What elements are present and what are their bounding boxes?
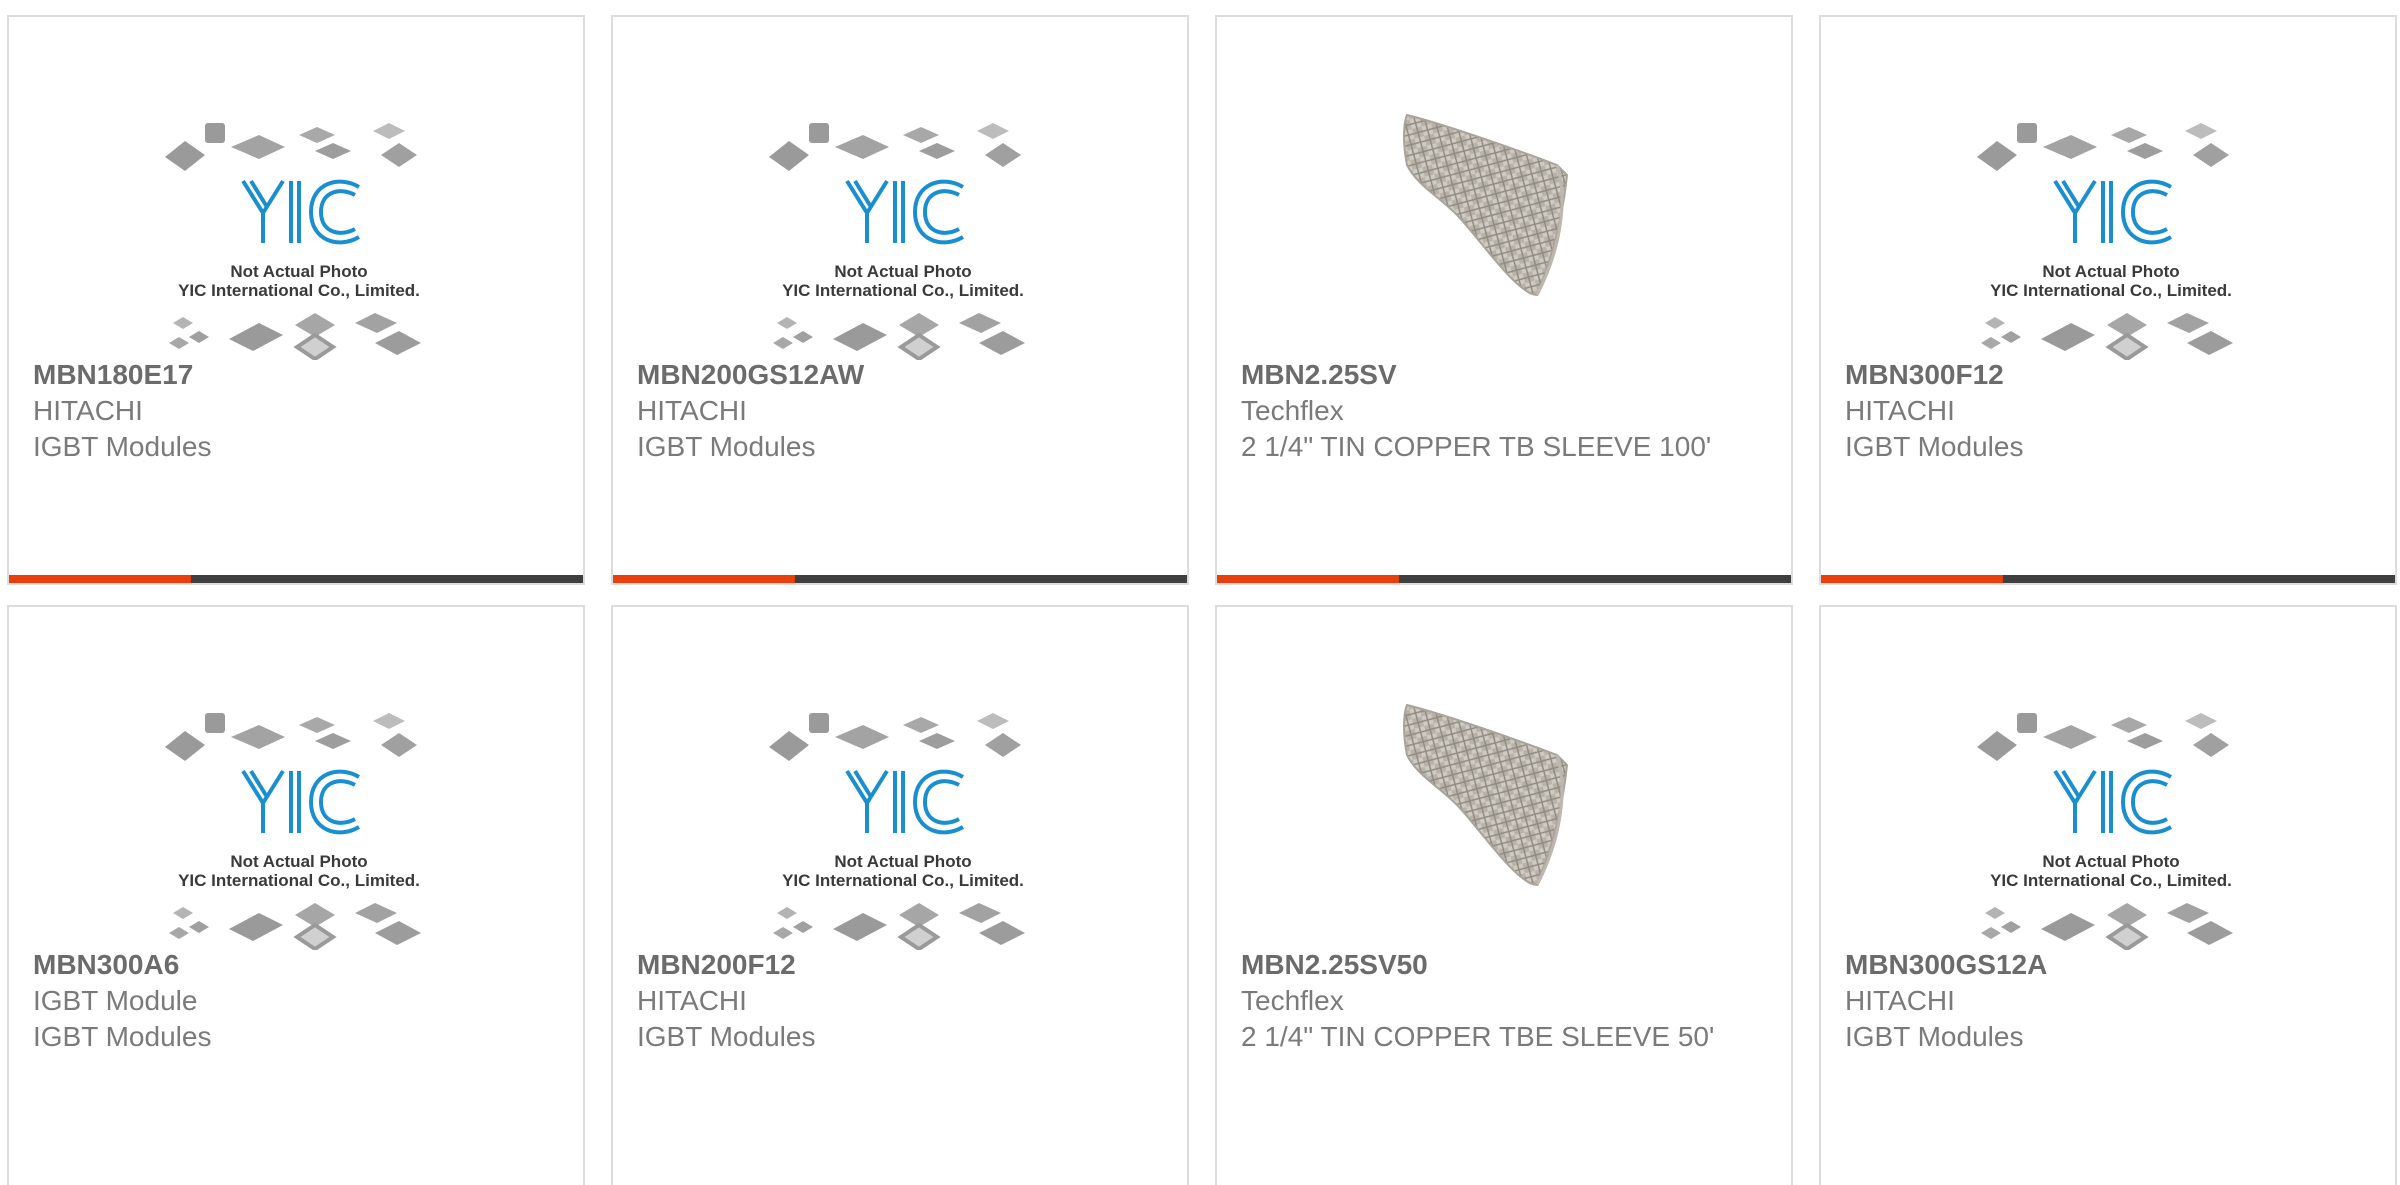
part-number-link[interactable]: MBN300A6 bbox=[33, 947, 543, 983]
manufacturer: HITACHI bbox=[1845, 395, 1955, 426]
card-accent-stripe bbox=[9, 575, 191, 583]
part-number-link[interactable]: MBN200GS12AW bbox=[637, 357, 1147, 393]
product-card[interactable]: Not Actual Photo YIC International Co., … bbox=[611, 15, 1189, 585]
manufacturer: HITACHI bbox=[33, 395, 143, 426]
part-number-link[interactable]: MBN2.25SV bbox=[1241, 357, 1751, 393]
not-actual-photo-placeholder[interactable]: Not Actual Photo YIC International Co., … bbox=[159, 95, 439, 360]
product-description: IGBT Modules bbox=[33, 431, 212, 462]
product-info: MBN180E17 HITACHI IGBT Modules bbox=[33, 357, 543, 465]
placeholder-line2: YIC International Co., Limited. bbox=[1990, 281, 2232, 300]
part-number-link[interactable]: MBN200F12 bbox=[637, 947, 1147, 983]
placeholder-line1: Not Actual Photo bbox=[2042, 852, 2179, 871]
placeholder-line1: Not Actual Photo bbox=[230, 262, 367, 281]
placeholder-line2: YIC International Co., Limited. bbox=[178, 871, 420, 890]
manufacturer: Techflex bbox=[1241, 985, 1344, 1016]
product-card[interactable]: MBN2.25SV50 Techflex 2 1/4" TIN COPPER TBE… bbox=[1215, 605, 1793, 1185]
product-info: MBN300A6 IGBT Module IGBT Modules bbox=[33, 947, 543, 1055]
product-card[interactable]: Not Actual Photo YIC International Co., … bbox=[7, 605, 585, 1185]
product-info: MBN2.25SV50 Techflex 2 1/4" TIN COPPER TBE… bbox=[1241, 947, 1751, 1055]
card-footer-bar bbox=[1821, 575, 2395, 583]
part-number-link[interactable]: MBN300F12 bbox=[1845, 357, 2355, 393]
product-description: IGBT Modules bbox=[1845, 431, 2024, 462]
product-info: MBN300F12 HITACHI IGBT Modules bbox=[1845, 357, 2355, 465]
placeholder-line2: YIC International Co., Limited. bbox=[1990, 871, 2232, 890]
placeholder-line2: YIC International Co., Limited. bbox=[782, 871, 1024, 890]
placeholder-line1: Not Actual Photo bbox=[230, 852, 367, 871]
product-description: IGBT Modules bbox=[637, 1021, 816, 1052]
manufacturer: Techflex bbox=[1241, 395, 1344, 426]
placeholder-line2: YIC International Co., Limited. bbox=[782, 281, 1024, 300]
product-info: MBN2.25SV Techflex 2 1/4" TIN COPPER TB SL… bbox=[1241, 357, 1751, 465]
product-description: 2 1/4" TIN COPPER TBE SLEEVE 50' bbox=[1241, 1021, 1715, 1052]
not-actual-photo-placeholder[interactable]: Not Actual Photo YIC International Co., … bbox=[763, 685, 1043, 950]
product-card[interactable]: MBN2.25SV Techflex 2 1/4" TIN COPPER TB SL… bbox=[1215, 15, 1793, 585]
product-description: IGBT Modules bbox=[637, 431, 816, 462]
placeholder-line1: Not Actual Photo bbox=[2042, 262, 2179, 281]
card-footer-bar bbox=[613, 575, 1187, 583]
manufacturer: HITACHI bbox=[1845, 985, 1955, 1016]
product-card[interactable]: Not Actual Photo YIC International Co., … bbox=[611, 605, 1189, 1185]
placeholder-line1: Not Actual Photo bbox=[834, 262, 971, 281]
manufacturer: IGBT Module bbox=[33, 985, 198, 1016]
manufacturer: HITACHI bbox=[637, 985, 747, 1016]
card-accent-stripe bbox=[1821, 575, 2003, 583]
product-description: IGBT Modules bbox=[1845, 1021, 2024, 1052]
not-actual-photo-placeholder[interactable]: Not Actual Photo YIC International Co., … bbox=[1971, 95, 2251, 360]
part-number-link[interactable]: MBN2.25SV50 bbox=[1241, 947, 1751, 983]
not-actual-photo-placeholder[interactable]: Not Actual Photo YIC International Co., … bbox=[1971, 685, 2251, 950]
not-actual-photo-placeholder[interactable]: Not Actual Photo YIC International Co., … bbox=[159, 685, 439, 950]
part-number-link[interactable]: MBN180E17 bbox=[33, 357, 543, 393]
placeholder-line2: YIC International Co., Limited. bbox=[178, 281, 420, 300]
card-footer-bar bbox=[9, 575, 583, 583]
product-photo[interactable] bbox=[1367, 95, 1647, 360]
card-footer-bar bbox=[1217, 575, 1791, 583]
product-photo[interactable] bbox=[1367, 685, 1647, 950]
product-card[interactable]: Not Actual Photo YIC International Co., … bbox=[1819, 15, 2397, 585]
product-description: IGBT Modules bbox=[33, 1021, 212, 1052]
product-info: MBN200GS12AW HITACHI IGBT Modules bbox=[637, 357, 1147, 465]
card-accent-stripe bbox=[1217, 575, 1399, 583]
product-card[interactable]: Not Actual Photo YIC International Co., … bbox=[7, 15, 585, 585]
product-grid: Not Actual Photo YIC International Co., … bbox=[0, 0, 2400, 1185]
product-description: 2 1/4" TIN COPPER TB SLEEVE 100' bbox=[1241, 431, 1712, 462]
product-info: MBN200F12 HITACHI IGBT Modules bbox=[637, 947, 1147, 1055]
part-number-link[interactable]: MBN300GS12A bbox=[1845, 947, 2355, 983]
manufacturer: HITACHI bbox=[637, 395, 747, 426]
placeholder-line1: Not Actual Photo bbox=[834, 852, 971, 871]
card-accent-stripe bbox=[613, 575, 795, 583]
product-card[interactable]: Not Actual Photo YIC International Co., … bbox=[1819, 605, 2397, 1185]
not-actual-photo-placeholder[interactable]: Not Actual Photo YIC International Co., … bbox=[763, 95, 1043, 360]
product-info: MBN300GS12A HITACHI IGBT Modules bbox=[1845, 947, 2355, 1055]
